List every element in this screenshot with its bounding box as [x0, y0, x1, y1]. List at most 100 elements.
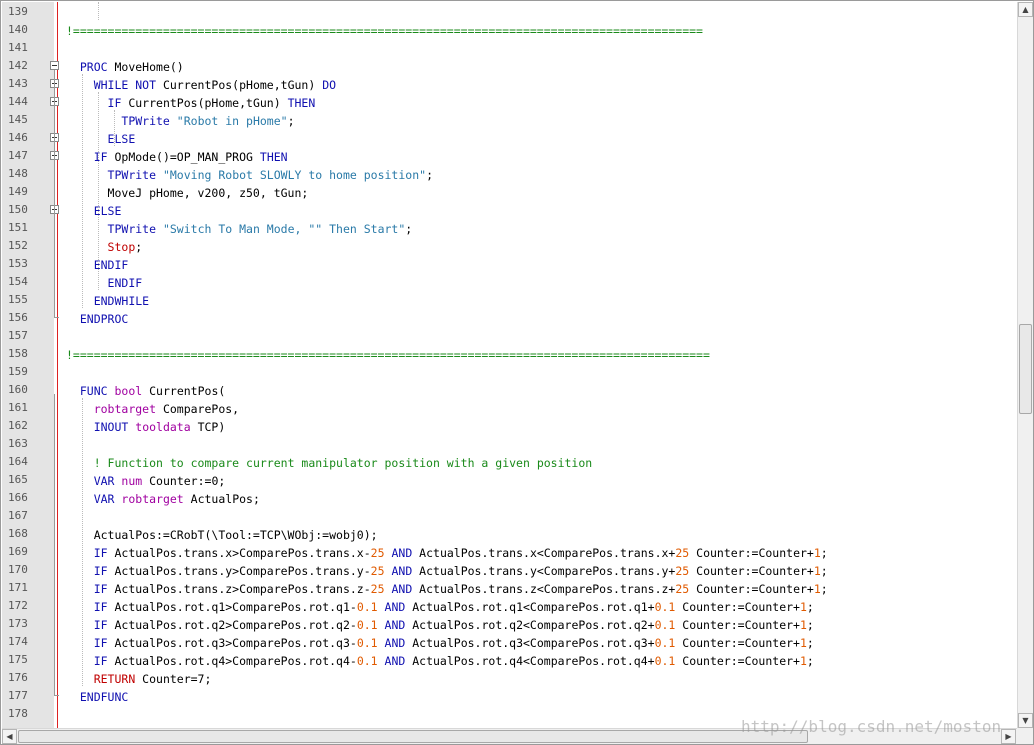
- code-token: 1: [799, 618, 807, 632]
- code-line[interactable]: 152 Stop;: [2, 237, 1017, 255]
- code-token: 25: [675, 546, 690, 560]
- code-line[interactable]: 139: [2, 3, 1017, 21]
- horizontal-scroll-thumb[interactable]: [18, 730, 808, 743]
- code-line[interactable]: 176 RETURN Counter=7;: [2, 669, 1017, 687]
- code-line[interactable]: 147 IF OpMode()=OP_MAN_PROG THEN: [2, 147, 1017, 165]
- code-line[interactable]: 169 IF ActualPos.trans.x>ComparePos.tran…: [2, 543, 1017, 561]
- code-line[interactable]: 164 ! Function to compare current manipu…: [2, 453, 1017, 471]
- code-line[interactable]: 173 IF ActualPos.rot.q2>ComparePos.rot.q…: [2, 615, 1017, 633]
- line-number: 153: [8, 257, 28, 270]
- code-text: IF ActualPos.trans.y>ComparePos.trans.y-…: [66, 564, 828, 578]
- fold-end-mark: [54, 695, 59, 696]
- code-line[interactable]: 162 INOUT tooldata TCP): [2, 417, 1017, 435]
- code-token: AND: [391, 582, 413, 596]
- code-text: INOUT tooldata TCP): [66, 420, 226, 434]
- code-line[interactable]: 142 PROC MoveHome(): [2, 57, 1017, 75]
- line-number: 149: [8, 185, 28, 198]
- fold-toggle-icon[interactable]: [50, 61, 59, 70]
- code-token: ENDWHILE: [93, 294, 150, 308]
- code-line[interactable]: 144 IF CurrentPos(pHome,tGun) THEN: [2, 93, 1017, 111]
- code-line[interactable]: 160 FUNC bool CurrentPos(: [2, 381, 1017, 399]
- code-token: TCP): [190, 420, 226, 434]
- code-text: IF OpMode()=OP_MAN_PROG THEN: [66, 150, 288, 164]
- code-line[interactable]: 153 ENDIF: [2, 255, 1017, 273]
- code-line[interactable]: 172 IF ActualPos.rot.q1>ComparePos.rot.q…: [2, 597, 1017, 615]
- code-line[interactable]: 151 TPWrite "Switch To Man Mode, "" Then…: [2, 219, 1017, 237]
- code-line[interactable]: 155 ENDWHILE: [2, 291, 1017, 309]
- code-line[interactable]: 148 TPWrite "Moving Robot SLOWLY to home…: [2, 165, 1017, 183]
- line-number: 139: [8, 5, 28, 18]
- code-token: ActualPos.rot.q1>ComparePos.rot.q1-: [107, 600, 357, 614]
- code-line[interactable]: 167: [2, 507, 1017, 525]
- code-line[interactable]: 150 ELSE: [2, 201, 1017, 219]
- code-token: MoveHome(): [107, 60, 184, 74]
- scroll-down-button[interactable]: ▼: [1018, 713, 1033, 728]
- code-token: CurrentPos(: [142, 384, 226, 398]
- code-token: ActualPos.rot.q3<ComparePos.rot.q3+: [405, 636, 655, 650]
- code-token: IF: [93, 582, 108, 596]
- code-line[interactable]: 165 VAR num Counter:=0;: [2, 471, 1017, 489]
- code-line[interactable]: 171 IF ActualPos.trans.z>ComparePos.tran…: [2, 579, 1017, 597]
- code-line[interactable]: 175 IF ActualPos.rot.q4>ComparePos.rot.q…: [2, 651, 1017, 669]
- code-token: 0.1: [356, 600, 378, 614]
- code-token: !=======================================…: [66, 24, 703, 38]
- fold-range-line: [54, 70, 55, 317]
- code-line[interactable]: 141: [2, 39, 1017, 57]
- code-line[interactable]: 166 VAR robtarget ActualPos;: [2, 489, 1017, 507]
- code-editor[interactable]: 139 140 !=================================…: [2, 2, 1017, 728]
- code-editor-window: 139 140 !=================================…: [0, 0, 1034, 745]
- code-line[interactable]: 149 MoveJ pHome, v200, z50, tGun;: [2, 183, 1017, 201]
- code-token: 25: [370, 564, 385, 578]
- line-number: 157: [8, 329, 28, 342]
- code-line[interactable]: 154 ENDIF: [2, 273, 1017, 291]
- code-line[interactable]: 146 ELSE: [2, 129, 1017, 147]
- code-token: ActualPos;: [183, 492, 260, 506]
- code-token: INOUT: [93, 420, 129, 434]
- code-token: MoveJ pHome, v200, z50, tGun;: [66, 186, 309, 200]
- code-token: 25: [675, 564, 690, 578]
- indent-guide: [82, 398, 83, 686]
- code-token: ActualPos.rot.q1<ComparePos.rot.q1+: [405, 600, 655, 614]
- scroll-right-button[interactable]: ▶: [1001, 729, 1016, 744]
- code-line[interactable]: 177 ENDFUNC: [2, 687, 1017, 705]
- code-line[interactable]: 156 ENDPROC: [2, 309, 1017, 327]
- line-number: 154: [8, 275, 28, 288]
- code-token: DO: [322, 78, 337, 92]
- line-number: 164: [8, 455, 28, 468]
- line-number: 142: [8, 59, 28, 72]
- scroll-up-button[interactable]: ▲: [1018, 2, 1033, 17]
- code-line[interactable]: 163: [2, 435, 1017, 453]
- code-line[interactable]: 170 IF ActualPos.trans.y>ComparePos.tran…: [2, 561, 1017, 579]
- code-line[interactable]: 143 WHILE NOT CurrentPos(pHome,tGun) DO: [2, 75, 1017, 93]
- code-line[interactable]: 174 IF ActualPos.rot.q3>ComparePos.rot.q…: [2, 633, 1017, 651]
- code-token: ActualPos.trans.z<ComparePos.trans.z+: [412, 582, 676, 596]
- code-line[interactable]: 140 !====================================…: [2, 21, 1017, 39]
- code-line[interactable]: 157: [2, 327, 1017, 345]
- code-line[interactable]: 158 !====================================…: [2, 345, 1017, 363]
- code-token: VAR: [93, 492, 115, 506]
- line-number: 167: [8, 509, 28, 522]
- code-line[interactable]: 145 TPWrite "Robot in pHome";: [2, 111, 1017, 129]
- scroll-left-button[interactable]: ◀: [2, 729, 17, 744]
- code-token: robtarget: [121, 492, 184, 506]
- code-token: "Robot in pHome": [176, 114, 288, 128]
- code-token: TPWrite: [107, 168, 157, 182]
- code-text: PROC MoveHome(): [66, 60, 184, 74]
- line-number: 170: [8, 563, 28, 576]
- line-number: 158: [8, 347, 28, 360]
- code-line[interactable]: 168 ActualPos:=CRobT(\Tool:=TCP\WObj:=wo…: [2, 525, 1017, 543]
- code-line[interactable]: 161 robtarget ComparePos,: [2, 399, 1017, 417]
- vertical-scrollbar[interactable]: ▲ ▼: [1017, 2, 1033, 728]
- code-token: Counter:=Counter+: [675, 600, 800, 614]
- fold-end-mark: [54, 317, 59, 318]
- code-line[interactable]: 159: [2, 363, 1017, 381]
- vertical-scroll-thumb[interactable]: [1019, 324, 1032, 414]
